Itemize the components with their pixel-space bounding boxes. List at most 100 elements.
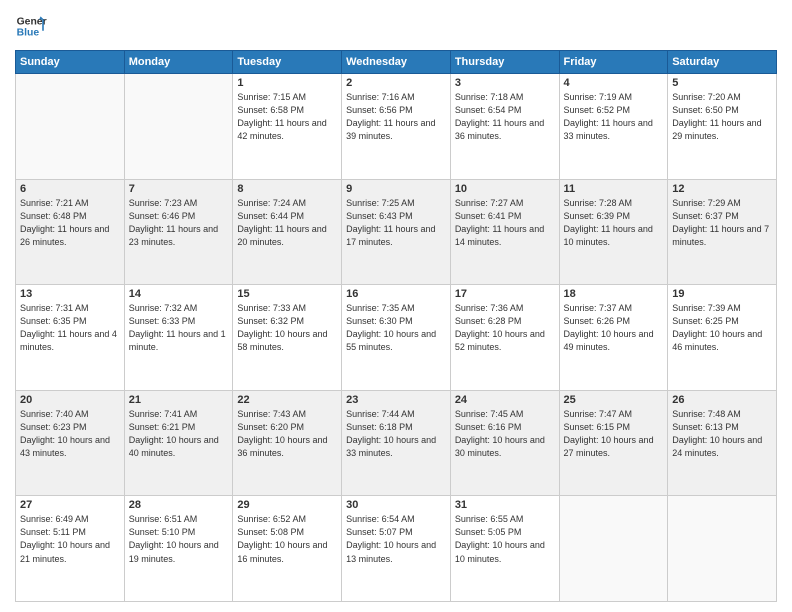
day-number: 20 <box>20 394 120 406</box>
day-number: 21 <box>129 394 229 406</box>
day-info: Sunrise: 7:33 AM Sunset: 6:32 PM Dayligh… <box>237 302 337 354</box>
day-info: Sunrise: 7:15 AM Sunset: 6:58 PM Dayligh… <box>237 91 337 143</box>
day-number: 15 <box>237 288 337 300</box>
calendar-cell: 16 Sunrise: 7:35 AM Sunset: 6:30 PM Dayli… <box>342 285 451 391</box>
day-info: Sunrise: 7:16 AM Sunset: 6:56 PM Dayligh… <box>346 91 446 143</box>
day-info: Sunrise: 7:35 AM Sunset: 6:30 PM Dayligh… <box>346 302 446 354</box>
day-number: 27 <box>20 499 120 511</box>
logo-icon: General Blue <box>15 10 47 42</box>
weekday-header-sunday: Sunday <box>16 51 125 74</box>
day-info: Sunrise: 7:27 AM Sunset: 6:41 PM Dayligh… <box>455 197 555 249</box>
weekday-header-row: SundayMondayTuesdayWednesdayThursdayFrid… <box>16 51 777 74</box>
day-number: 26 <box>672 394 772 406</box>
weekday-header-monday: Monday <box>124 51 233 74</box>
day-info: Sunrise: 7:48 AM Sunset: 6:13 PM Dayligh… <box>672 408 772 460</box>
calendar-cell: 29 Sunrise: 6:52 AM Sunset: 5:08 PM Dayli… <box>233 496 342 602</box>
calendar-cell: 9 Sunrise: 7:25 AM Sunset: 6:43 PM Daylig… <box>342 179 451 285</box>
calendar-cell: 21 Sunrise: 7:41 AM Sunset: 6:21 PM Dayli… <box>124 390 233 496</box>
day-number: 19 <box>672 288 772 300</box>
calendar-cell: 1 Sunrise: 7:15 AM Sunset: 6:58 PM Daylig… <box>233 74 342 180</box>
day-number: 18 <box>564 288 664 300</box>
day-number: 11 <box>564 183 664 195</box>
calendar-week-row: 6Sunrise: 7:21 AM Sunset: 6:48 PM Daylig… <box>16 179 777 285</box>
calendar-cell <box>559 496 668 602</box>
calendar-cell: 19 Sunrise: 7:39 AM Sunset: 6:25 PM Dayli… <box>668 285 777 391</box>
day-number: 12 <box>672 183 772 195</box>
weekday-header-wednesday: Wednesday <box>342 51 451 74</box>
calendar-cell: 20 Sunrise: 7:40 AM Sunset: 6:23 PM Dayli… <box>16 390 125 496</box>
day-info: Sunrise: 7:18 AM Sunset: 6:54 PM Dayligh… <box>455 91 555 143</box>
day-info: Sunrise: 7:41 AM Sunset: 6:21 PM Dayligh… <box>129 408 229 460</box>
day-info: Sunrise: 7:25 AM Sunset: 6:43 PM Dayligh… <box>346 197 446 249</box>
calendar-cell <box>124 74 233 180</box>
day-number: 8 <box>237 183 337 195</box>
day-number: 10 <box>455 183 555 195</box>
day-info: Sunrise: 7:45 AM Sunset: 6:16 PM Dayligh… <box>455 408 555 460</box>
weekday-header-thursday: Thursday <box>450 51 559 74</box>
day-info: Sunrise: 6:54 AM Sunset: 5:07 PM Dayligh… <box>346 513 446 565</box>
page: General Blue SundayMondayTuesdayWednesda… <box>0 0 792 612</box>
day-number: 1 <box>237 77 337 89</box>
weekday-header-tuesday: Tuesday <box>233 51 342 74</box>
day-number: 28 <box>129 499 229 511</box>
day-number: 29 <box>237 499 337 511</box>
day-info: Sunrise: 7:47 AM Sunset: 6:15 PM Dayligh… <box>564 408 664 460</box>
day-info: Sunrise: 7:44 AM Sunset: 6:18 PM Dayligh… <box>346 408 446 460</box>
day-number: 24 <box>455 394 555 406</box>
calendar-cell: 6Sunrise: 7:21 AM Sunset: 6:48 PM Daylig… <box>16 179 125 285</box>
day-number: 22 <box>237 394 337 406</box>
day-info: Sunrise: 6:51 AM Sunset: 5:10 PM Dayligh… <box>129 513 229 565</box>
calendar-cell: 15 Sunrise: 7:33 AM Sunset: 6:32 PM Dayli… <box>233 285 342 391</box>
day-number: 23 <box>346 394 446 406</box>
day-info: Sunrise: 7:32 AM Sunset: 6:33 PM Dayligh… <box>129 302 229 354</box>
calendar-cell: 8 Sunrise: 7:24 AM Sunset: 6:44 PM Daylig… <box>233 179 342 285</box>
calendar-cell: 25 Sunrise: 7:47 AM Sunset: 6:15 PM Dayli… <box>559 390 668 496</box>
day-info: Sunrise: 7:19 AM Sunset: 6:52 PM Dayligh… <box>564 91 664 143</box>
calendar-cell: 5 Sunrise: 7:20 AM Sunset: 6:50 PM Daylig… <box>668 74 777 180</box>
day-info: Sunrise: 7:39 AM Sunset: 6:25 PM Dayligh… <box>672 302 772 354</box>
calendar-cell: 12 Sunrise: 7:29 AM Sunset: 6:37 PM Dayli… <box>668 179 777 285</box>
day-info: Sunrise: 6:49 AM Sunset: 5:11 PM Dayligh… <box>20 513 120 565</box>
day-number: 5 <box>672 77 772 89</box>
day-number: 16 <box>346 288 446 300</box>
calendar-cell: 18Sunrise: 7:37 AM Sunset: 6:26 PM Dayli… <box>559 285 668 391</box>
day-info: Sunrise: 6:55 AM Sunset: 5:05 PM Dayligh… <box>455 513 555 565</box>
calendar-cell: 27 Sunrise: 6:49 AM Sunset: 5:11 PM Dayli… <box>16 496 125 602</box>
calendar-cell: 2 Sunrise: 7:16 AM Sunset: 6:56 PM Daylig… <box>342 74 451 180</box>
day-number: 25 <box>564 394 664 406</box>
calendar-cell <box>16 74 125 180</box>
day-info: Sunrise: 6:52 AM Sunset: 5:08 PM Dayligh… <box>237 513 337 565</box>
day-info: Sunrise: 7:36 AM Sunset: 6:28 PM Dayligh… <box>455 302 555 354</box>
day-info: Sunrise: 7:40 AM Sunset: 6:23 PM Dayligh… <box>20 408 120 460</box>
calendar-table: SundayMondayTuesdayWednesdayThursdayFrid… <box>15 50 777 602</box>
calendar-cell: 30 Sunrise: 6:54 AM Sunset: 5:07 PM Dayli… <box>342 496 451 602</box>
day-number: 4 <box>564 77 664 89</box>
calendar-cell: 22Sunrise: 7:43 AM Sunset: 6:20 PM Dayli… <box>233 390 342 496</box>
day-number: 14 <box>129 288 229 300</box>
calendar-cell: 4 Sunrise: 7:19 AM Sunset: 6:52 PM Daylig… <box>559 74 668 180</box>
day-number: 17 <box>455 288 555 300</box>
calendar-cell: 23 Sunrise: 7:44 AM Sunset: 6:18 PM Dayli… <box>342 390 451 496</box>
day-number: 13 <box>20 288 120 300</box>
calendar-cell: 7Sunrise: 7:23 AM Sunset: 6:46 PM Daylig… <box>124 179 233 285</box>
calendar-cell: 26 Sunrise: 7:48 AM Sunset: 6:13 PM Dayli… <box>668 390 777 496</box>
calendar-cell: 31Sunrise: 6:55 AM Sunset: 5:05 PM Dayli… <box>450 496 559 602</box>
calendar-cell <box>668 496 777 602</box>
day-number: 9 <box>346 183 446 195</box>
day-info: Sunrise: 7:28 AM Sunset: 6:39 PM Dayligh… <box>564 197 664 249</box>
calendar-week-row: 20 Sunrise: 7:40 AM Sunset: 6:23 PM Dayli… <box>16 390 777 496</box>
svg-text:Blue: Blue <box>17 28 40 39</box>
day-info: Sunrise: 7:20 AM Sunset: 6:50 PM Dayligh… <box>672 91 772 143</box>
day-info: Sunrise: 7:24 AM Sunset: 6:44 PM Dayligh… <box>237 197 337 249</box>
day-number: 7 <box>129 183 229 195</box>
calendar-cell: 24 Sunrise: 7:45 AM Sunset: 6:16 PM Dayli… <box>450 390 559 496</box>
header: General Blue <box>15 10 777 42</box>
day-number: 30 <box>346 499 446 511</box>
calendar-cell: 28 Sunrise: 6:51 AM Sunset: 5:10 PM Dayli… <box>124 496 233 602</box>
calendar-week-row: 1 Sunrise: 7:15 AM Sunset: 6:58 PM Daylig… <box>16 74 777 180</box>
weekday-header-friday: Friday <box>559 51 668 74</box>
weekday-header-saturday: Saturday <box>668 51 777 74</box>
day-info: Sunrise: 7:29 AM Sunset: 6:37 PM Dayligh… <box>672 197 772 249</box>
day-number: 2 <box>346 77 446 89</box>
day-number: 3 <box>455 77 555 89</box>
